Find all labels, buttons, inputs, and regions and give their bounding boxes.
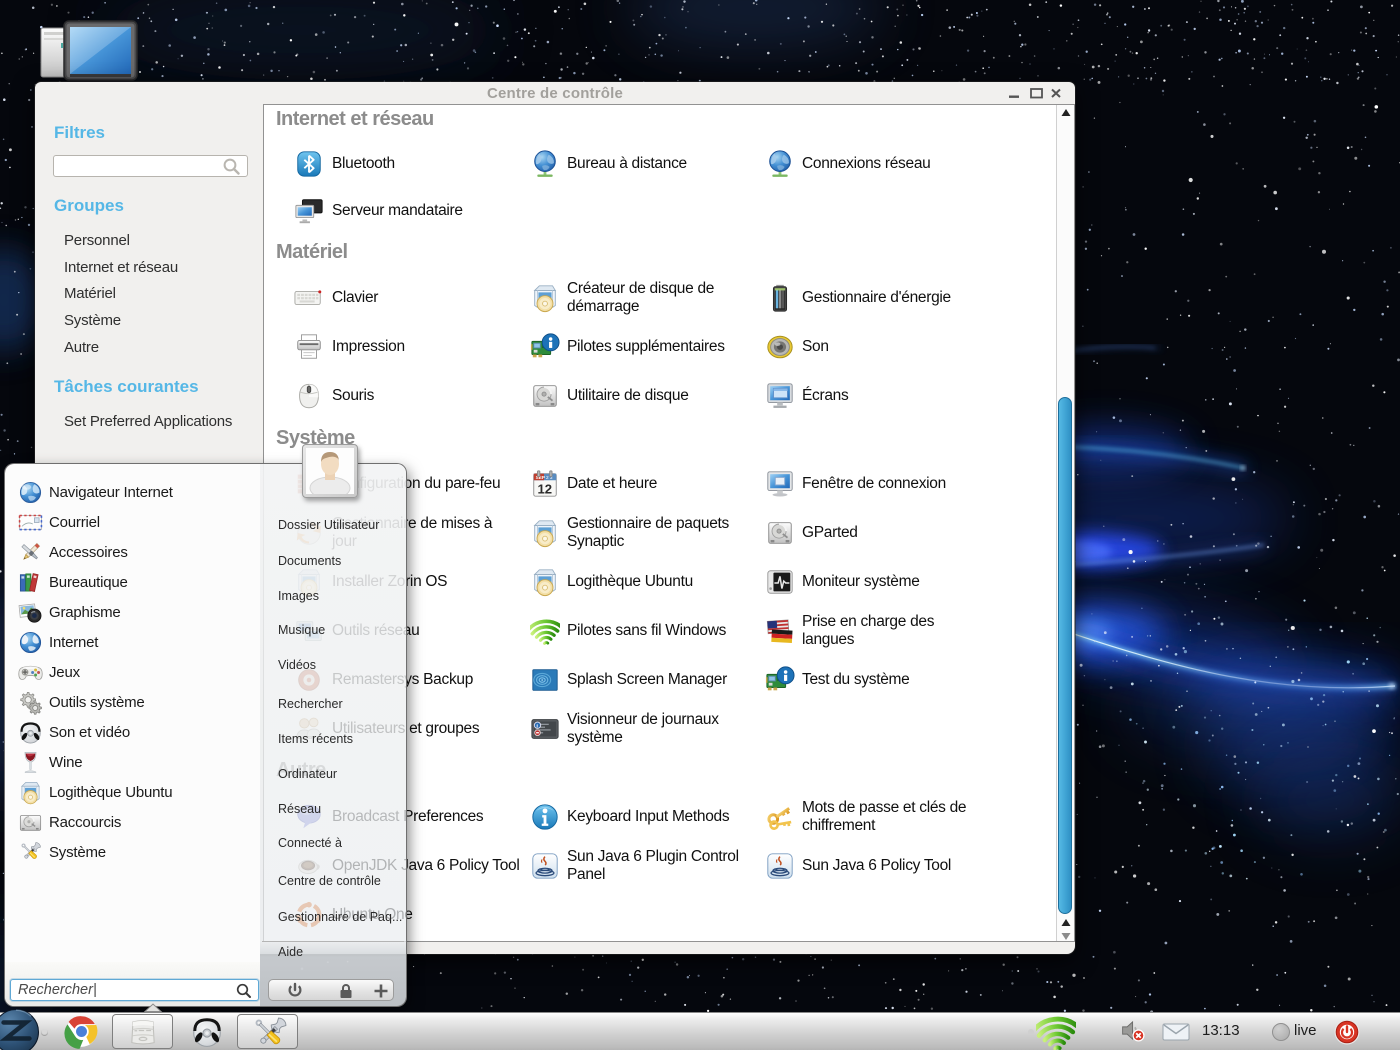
svg-text:12: 12 (538, 481, 553, 496)
